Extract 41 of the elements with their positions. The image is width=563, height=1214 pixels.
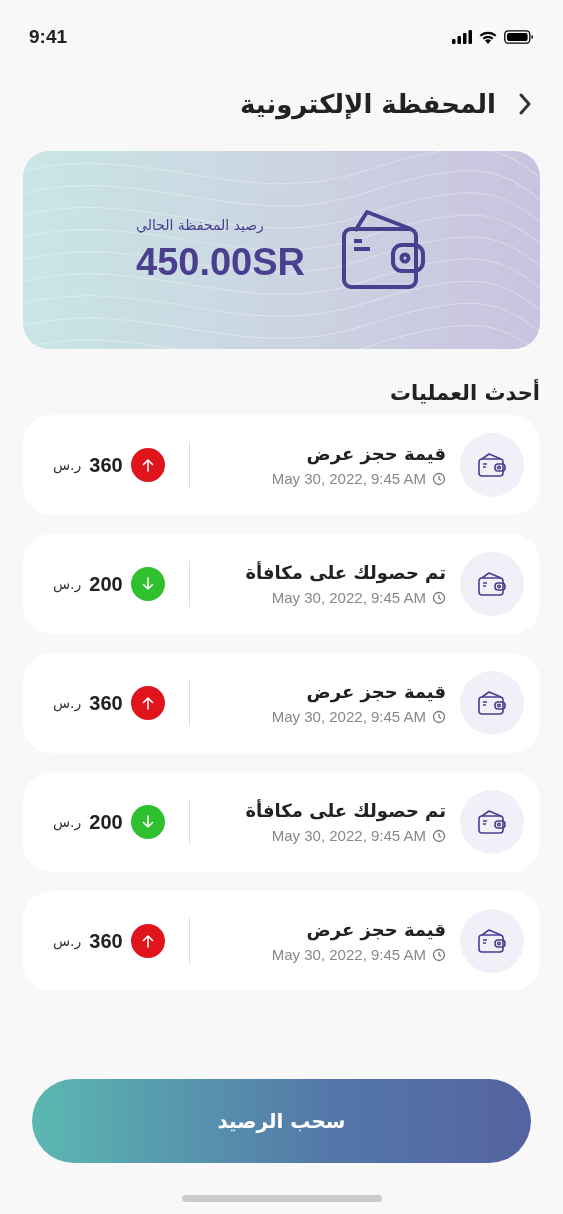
wifi-icon — [478, 30, 498, 44]
wallet-icon — [477, 452, 507, 478]
signal-icon — [452, 30, 472, 44]
transaction-amount: 200 — [89, 810, 123, 834]
transaction-amount: 200 — [89, 572, 123, 596]
clock-icon — [432, 471, 446, 486]
transaction-amount: 360 — [89, 929, 123, 953]
wallet-icon — [477, 690, 507, 716]
wallet-icon — [477, 571, 507, 597]
balance-label: رصيد المحفظة الحالي — [136, 216, 264, 233]
clock-icon — [432, 828, 446, 843]
transaction-date: May 30, 2022, 9:45 AM — [271, 827, 426, 844]
clock-icon — [432, 709, 446, 724]
transaction-amount: 360 — [89, 691, 123, 715]
status-time: 9:41 — [29, 26, 68, 48]
withdraw-button[interactable]: سحب الرصيد — [32, 1079, 531, 1163]
page-title: المحفظة الإلكترونية — [240, 89, 496, 119]
currency-label: ر.س — [53, 576, 82, 592]
wallet-icon — [477, 928, 507, 954]
wallet-icon — [477, 809, 507, 835]
currency-label: ر.س — [53, 457, 82, 473]
clock-icon — [432, 947, 446, 962]
clock-icon — [432, 590, 446, 605]
battery-icon — [504, 30, 534, 44]
transaction-title: قيمة حجز عرض — [306, 681, 446, 702]
transaction-date: May 30, 2022, 9:45 AM — [271, 470, 426, 487]
section-title: أحدث العمليات — [388, 381, 540, 405]
transaction-title: تم حصولك على مكافأة — [245, 800, 446, 821]
transaction-date: May 30, 2022, 9:45 AM — [271, 589, 426, 606]
currency-label: ر.س — [53, 933, 82, 949]
transaction-title: تم حصولك على مكافأة — [245, 562, 446, 583]
transaction-title: قيمة حجز عرض — [306, 919, 446, 940]
balance-amount: 450.00SR — [136, 240, 305, 284]
transaction-date: May 30, 2022, 9:45 AM — [271, 708, 426, 725]
transaction-amount: 360 — [89, 453, 123, 477]
transaction-title: قيمة حجز عرض — [306, 443, 446, 464]
wallet-icon — [341, 209, 427, 291]
transaction-date: May 30, 2022, 9:45 AM — [271, 946, 426, 963]
chevron-icon[interactable] — [518, 92, 532, 116]
currency-label: ر.س — [53, 695, 82, 711]
currency-label: ر.س — [53, 814, 82, 830]
